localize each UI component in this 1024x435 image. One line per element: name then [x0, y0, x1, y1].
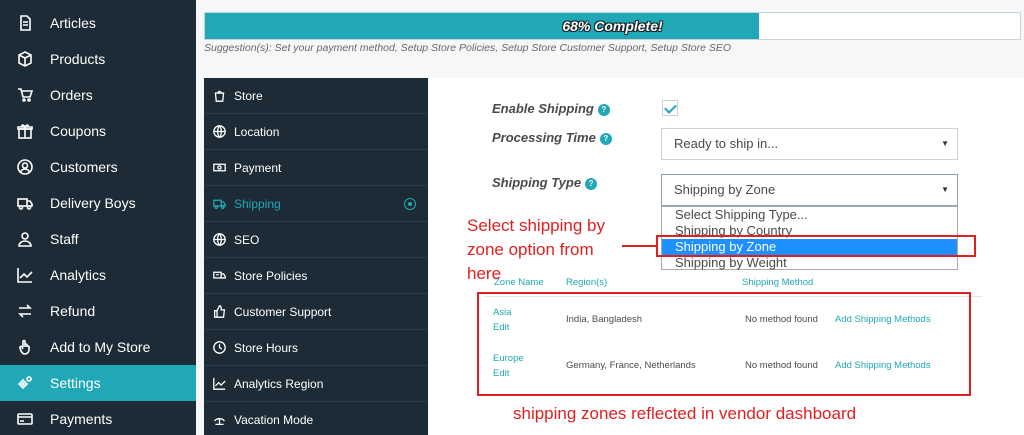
- tab-label: Customer Support: [234, 304, 332, 319]
- sidebar-item-settings[interactable]: Settings: [0, 365, 196, 401]
- thumbs-up-icon: [204, 305, 234, 318]
- globe-icon: [204, 233, 234, 246]
- sidebar-item-staff[interactable]: Staff: [0, 221, 196, 257]
- document-icon: [0, 15, 50, 31]
- progress-bar: 68% Complete!: [204, 12, 1021, 40]
- tab-seo[interactable]: SEO: [204, 222, 428, 258]
- refund-icon: [0, 303, 50, 319]
- sidebar-item-coupons[interactable]: Coupons: [0, 113, 196, 149]
- zones-annotation-box: [477, 292, 971, 396]
- tab-label: Shipping: [234, 196, 281, 211]
- tab-store[interactable]: Store: [204, 78, 428, 114]
- user-icon: [0, 231, 50, 247]
- cube-icon: [0, 51, 50, 67]
- credit-card-icon: [0, 411, 50, 427]
- tab-vacation-mode[interactable]: Vacation Mode: [204, 402, 428, 435]
- tab-store-hours[interactable]: Store Hours: [204, 330, 428, 366]
- money-icon: [204, 161, 234, 174]
- sidebar-item-label: Refund: [50, 303, 96, 319]
- enable-shipping-label-text: Enable Shipping: [492, 101, 594, 116]
- chart-icon: [0, 267, 50, 283]
- sidebar-item-label: Settings: [50, 375, 101, 391]
- truck-icon: [204, 197, 234, 210]
- cogs-icon: [0, 375, 50, 391]
- tab-label: Payment: [234, 160, 282, 175]
- sidebar-item-label: Add to My Store: [50, 339, 151, 355]
- tab-store-policies[interactable]: Store Policies: [204, 258, 428, 294]
- sidebar-item-label: Delivery Boys: [50, 195, 136, 211]
- sidebar-item-label: Orders: [50, 87, 93, 103]
- tab-location[interactable]: Location: [204, 114, 428, 150]
- settings-tabs: Store Location Payment Shipping SEO Stor…: [204, 78, 428, 435]
- caret-down-icon: ▼: [941, 185, 949, 194]
- truck-icon: [0, 195, 50, 211]
- select-zone-annotation: Select shipping by zone option from here: [467, 216, 605, 283]
- tab-label: Store: [234, 88, 263, 103]
- tab-label: Store Hours: [234, 340, 299, 355]
- progress-text: 68% Complete!: [562, 18, 663, 34]
- sidebar-item-products[interactable]: Products: [0, 41, 196, 77]
- sidebar-item-delivery-boys[interactable]: Delivery Boys: [0, 185, 196, 221]
- dropdown-annotation-box: [656, 235, 976, 257]
- cart-icon: [0, 87, 50, 103]
- sidebar-item-analytics[interactable]: Analytics: [0, 257, 196, 293]
- enable-shipping-checkbox[interactable]: [662, 100, 678, 116]
- annotation-pointer-line: [622, 245, 658, 247]
- help-icon[interactable]: ?: [585, 177, 598, 190]
- help-icon[interactable]: ?: [597, 103, 610, 116]
- tab-label: Analytics Region: [234, 376, 324, 391]
- sidebar-item-label: Payments: [50, 411, 113, 427]
- sidebar-item-label: Coupons: [50, 123, 107, 139]
- shipping-type-select[interactable]: Shipping by Zone ▼: [661, 174, 958, 206]
- help-icon[interactable]: ?: [599, 132, 612, 145]
- tab-label: Store Policies: [234, 268, 308, 283]
- tab-customer-support[interactable]: Customer Support: [204, 294, 428, 330]
- processing-time-label-text: Processing Time: [492, 130, 596, 145]
- sidebar-item-label: Staff: [50, 231, 79, 247]
- sidebar: Articles Products Orders Coupons Custome…: [0, 0, 196, 435]
- clock-icon: [204, 341, 234, 354]
- tab-label: SEO: [234, 232, 260, 247]
- sidebar-item-label: Products: [50, 51, 106, 67]
- tab-analytics-region[interactable]: Analytics Region: [204, 366, 428, 402]
- suggestions-text: Suggestion(s): Set your payment method, …: [204, 42, 732, 54]
- enable-shipping-label: Enable Shipping?: [492, 101, 610, 116]
- sidebar-item-customers[interactable]: Customers: [0, 149, 196, 185]
- sidebar-item-label: Articles: [50, 15, 96, 31]
- target-icon: [404, 198, 416, 210]
- processing-time-select[interactable]: Ready to ship in... ▼: [661, 128, 958, 160]
- shipping-type-label: Shipping Type?: [492, 175, 598, 190]
- sidebar-item-payments[interactable]: Payments: [0, 401, 196, 435]
- sidebar-item-label: Analytics: [50, 267, 107, 283]
- sidebar-item-articles[interactable]: Articles: [0, 5, 196, 41]
- chart-icon: [204, 377, 234, 390]
- vacation-icon: [204, 413, 234, 426]
- shipping-type-value: Shipping by Zone: [674, 182, 776, 197]
- sidebar-item-label: Customers: [50, 159, 118, 175]
- policy-icon: [204, 269, 234, 282]
- dropdown-option[interactable]: Shipping by Weight: [662, 255, 957, 271]
- processing-time-value: Ready to ship in...: [674, 136, 779, 151]
- sidebar-item-orders[interactable]: Orders: [0, 77, 196, 113]
- shipping-type-label-text: Shipping Type: [492, 175, 582, 190]
- zones-reflected-annotation: shipping zones reflected in vendor dashb…: [513, 404, 857, 423]
- gift-icon: [0, 123, 50, 139]
- user-circle-icon: [0, 159, 50, 175]
- processing-time-label: Processing Time?: [492, 130, 612, 145]
- sidebar-item-refund[interactable]: Refund: [0, 293, 196, 329]
- sidebar-item-add-to-my-store[interactable]: Add to My Store: [0, 329, 196, 365]
- hand-icon: [0, 339, 50, 355]
- tab-label: Vacation Mode: [234, 412, 314, 427]
- bag-icon: [204, 89, 234, 102]
- shipping-method-header: Shipping Method: [742, 277, 814, 288]
- tab-label: Location: [234, 124, 280, 139]
- tab-shipping[interactable]: Shipping: [204, 186, 428, 222]
- caret-down-icon: ▼: [941, 139, 949, 148]
- globe-icon: [204, 125, 234, 138]
- dropdown-option[interactable]: Select Shipping Type...: [662, 207, 957, 223]
- tab-payment[interactable]: Payment: [204, 150, 428, 186]
